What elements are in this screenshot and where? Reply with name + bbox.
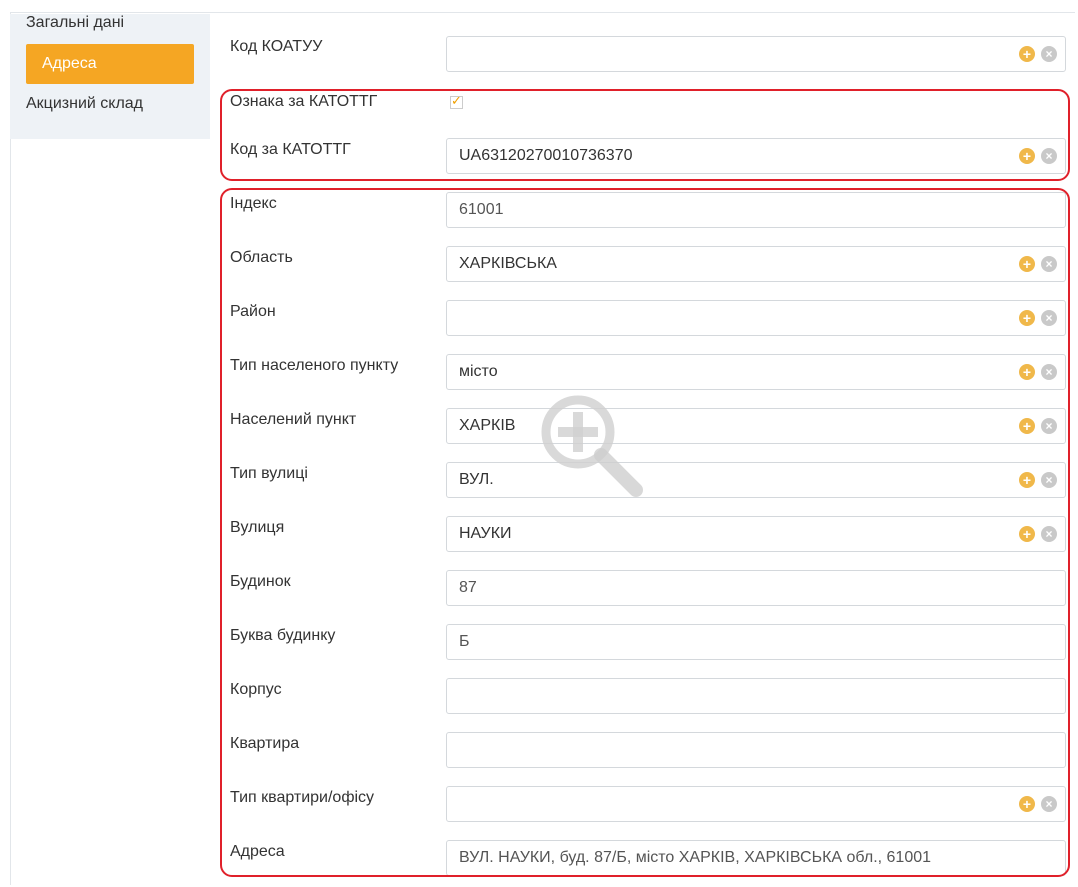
x-circle-icon[interactable]: ×: [1041, 526, 1057, 542]
sidebar-item-excise-warehouse[interactable]: Акцизний склад: [26, 95, 143, 113]
building-label: Будинок: [230, 573, 291, 590]
x-circle-icon[interactable]: ×: [1041, 310, 1057, 326]
address-field[interactable]: ВУЛ. НАУКИ, буд. 87/Б, місто ХАРКІВ, ХАР…: [446, 840, 1066, 876]
x-circle-icon[interactable]: ×: [1041, 472, 1057, 488]
street-label: Вулиця: [230, 519, 285, 536]
settlement-type-label: Тип населеного пункту: [230, 357, 399, 374]
plus-circle-icon[interactable]: +: [1019, 364, 1035, 380]
block-field[interactable]: [446, 678, 1066, 714]
building-letter-label: Буква будинку: [230, 627, 336, 644]
region-label: Область: [230, 249, 293, 266]
building-letter-field[interactable]: Б: [446, 624, 1066, 660]
koatuu-field[interactable]: + ×: [446, 36, 1066, 72]
district-field[interactable]: + ×: [446, 300, 1066, 336]
street-type-label: Тип вулиці: [230, 465, 308, 482]
street-value: НАУКИ: [459, 525, 512, 542]
district-label: Район: [230, 303, 276, 320]
sidebar-nav: Загальні дані Адреса Акцизний склад: [10, 14, 210, 139]
index-value: 61001: [459, 201, 504, 218]
apartment-type-field[interactable]: + ×: [446, 786, 1066, 822]
index-label: Індекс: [230, 195, 277, 212]
katottg-code-label: Код за КАТОТТГ: [230, 141, 351, 158]
sidebar-item-general[interactable]: Загальні дані: [26, 14, 124, 32]
block-label: Корпус: [230, 681, 282, 698]
plus-circle-icon[interactable]: +: [1019, 526, 1035, 542]
x-circle-icon[interactable]: ×: [1041, 364, 1057, 380]
plus-circle-icon[interactable]: +: [1019, 796, 1035, 812]
address-value: ВУЛ. НАУКИ, буд. 87/Б, місто ХАРКІВ, ХАР…: [459, 849, 932, 866]
settlement-type-field[interactable]: місто + ×: [446, 354, 1066, 390]
x-circle-icon[interactable]: ×: [1041, 46, 1057, 62]
street-type-value: ВУЛ.: [459, 471, 494, 488]
plus-circle-icon[interactable]: +: [1019, 310, 1035, 326]
index-field[interactable]: 61001: [446, 192, 1066, 228]
settlement-type-value: місто: [459, 363, 498, 380]
building-field[interactable]: 87: [446, 570, 1066, 606]
region-value: ХАРКІВСЬКА: [459, 255, 557, 272]
plus-circle-icon[interactable]: +: [1019, 418, 1035, 434]
sidebar-item-address[interactable]: Адреса: [26, 44, 194, 84]
koatuu-label: Код КОАТУУ: [230, 38, 323, 55]
settlement-label: Населений пункт: [230, 411, 357, 428]
x-circle-icon[interactable]: ×: [1041, 796, 1057, 812]
plus-circle-icon[interactable]: +: [1019, 46, 1035, 62]
settlement-value: ХАРКІВ: [459, 417, 516, 434]
settlement-field[interactable]: ХАРКІВ + ×: [446, 408, 1066, 444]
apartment-label: Квартира: [230, 735, 300, 752]
x-circle-icon[interactable]: ×: [1041, 418, 1057, 434]
katottg-flag-checkbox[interactable]: [450, 93, 463, 109]
katottg-flag-label: Ознака за КАТОТТГ: [230, 93, 378, 110]
x-circle-icon[interactable]: ×: [1041, 148, 1057, 164]
address-label: Адреса: [230, 843, 285, 860]
street-type-field[interactable]: ВУЛ. + ×: [446, 462, 1066, 498]
apartment-field[interactable]: [446, 732, 1066, 768]
x-circle-icon[interactable]: ×: [1041, 256, 1057, 272]
plus-circle-icon[interactable]: +: [1019, 472, 1035, 488]
plus-circle-icon[interactable]: +: [1019, 256, 1035, 272]
apartment-type-label: Тип квартири/офісу: [230, 789, 375, 806]
region-field[interactable]: ХАРКІВСЬКА + ×: [446, 246, 1066, 282]
plus-circle-icon[interactable]: +: [1019, 148, 1035, 164]
katottg-code-value: UA63120270010736370: [459, 147, 633, 164]
building-value: 87: [459, 579, 477, 596]
street-field[interactable]: НАУКИ + ×: [446, 516, 1066, 552]
building-letter-value: Б: [459, 633, 470, 650]
katottg-code-field[interactable]: UA63120270010736370 + ×: [446, 138, 1066, 174]
